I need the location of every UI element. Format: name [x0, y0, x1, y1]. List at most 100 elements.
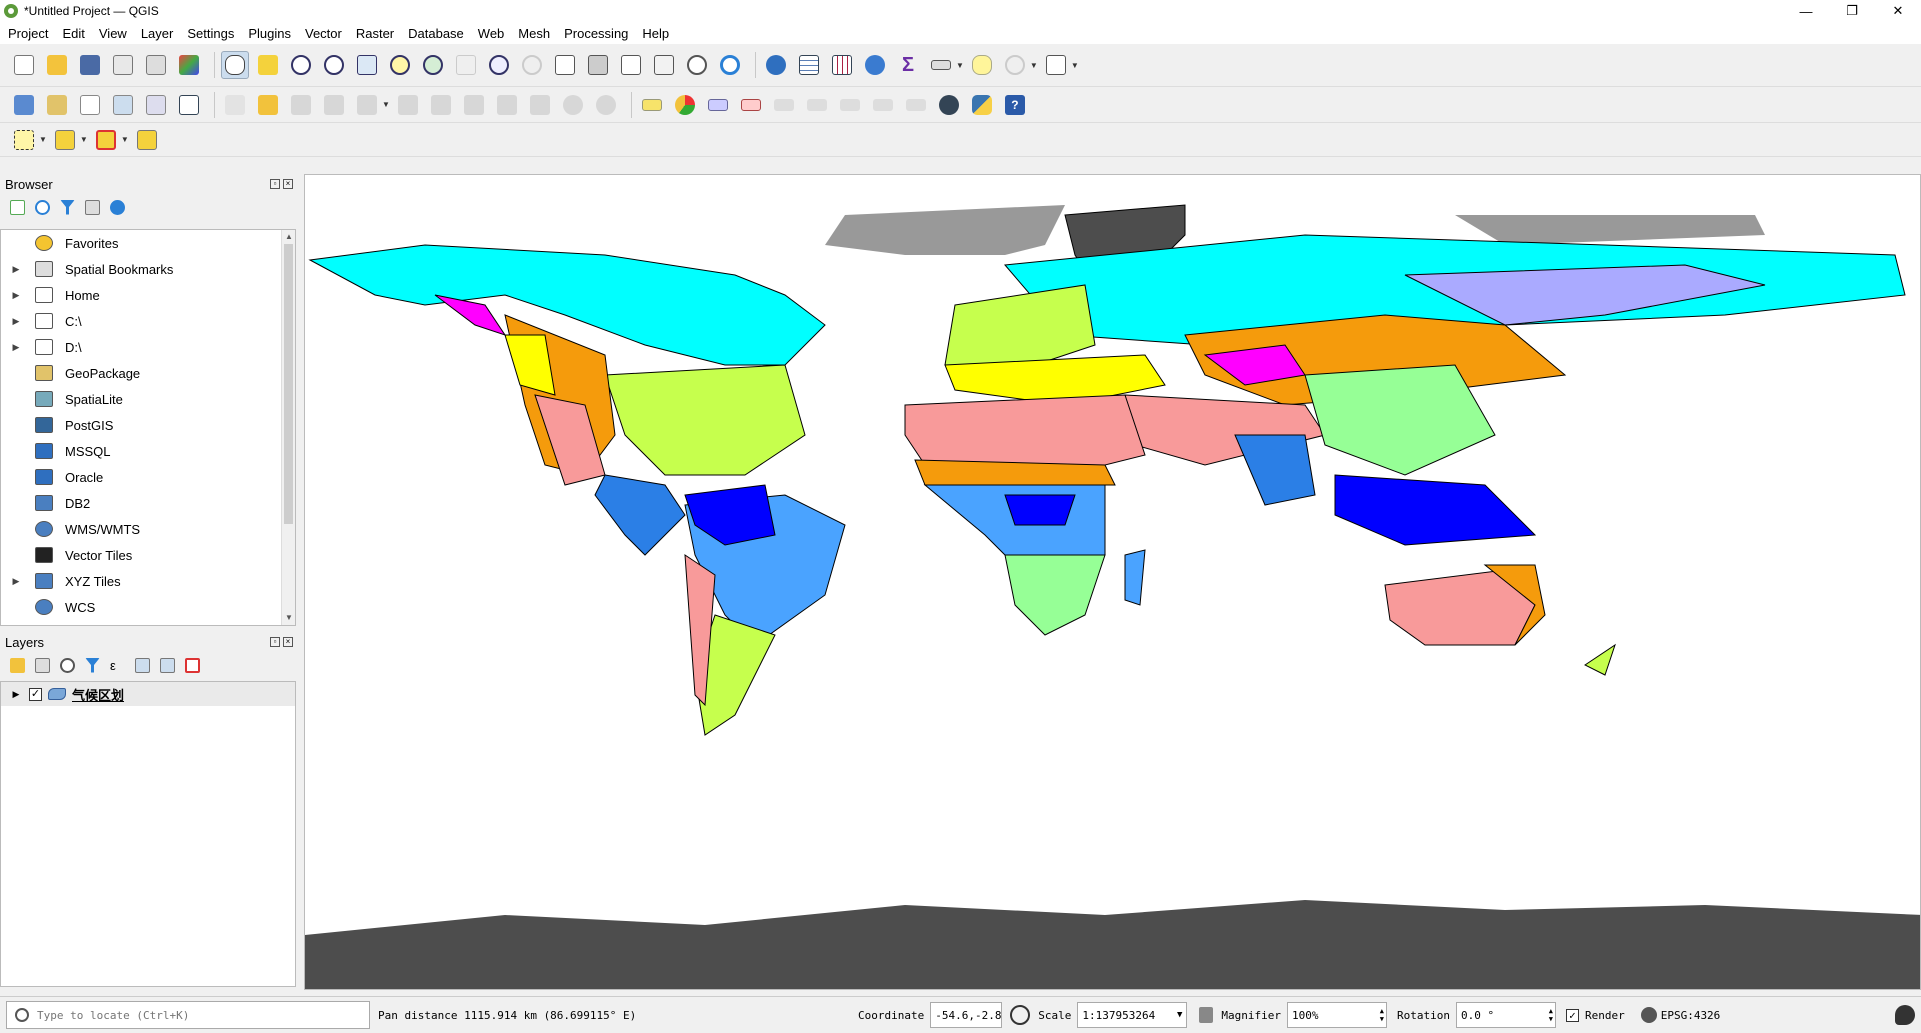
delete-selected-button[interactable]: [427, 91, 455, 119]
pan-to-selection-button[interactable]: [254, 51, 282, 79]
cut-features-button[interactable]: [460, 91, 488, 119]
layer-item[interactable]: ▶ ✓ 气候区划: [1, 682, 295, 706]
help-contents-button[interactable]: ?: [1001, 91, 1029, 119]
toggle-label-display-button[interactable]: [737, 91, 765, 119]
lock-icon[interactable]: [1199, 1007, 1214, 1023]
refresh-icon[interactable]: [35, 199, 50, 215]
data-source-manager-button[interactable]: [10, 91, 38, 119]
browser-item[interactable]: GeoPackage: [1, 360, 295, 386]
menu-web[interactable]: Web: [478, 26, 505, 41]
locator-input[interactable]: [37, 1008, 357, 1022]
map-canvas[interactable]: [304, 174, 1921, 990]
browser-item[interactable]: ▶ C:\: [1, 308, 295, 334]
layout-manager-button[interactable]: [142, 51, 170, 79]
browser-item[interactable]: ▶ Home: [1, 282, 295, 308]
deselect-dropdown-arrow[interactable]: ▼: [121, 135, 129, 144]
info-icon[interactable]: [110, 199, 125, 215]
new-bookmark-button[interactable]: [617, 51, 645, 79]
show-hide-labels-button[interactable]: [869, 91, 897, 119]
zoom-last-button[interactable]: [485, 51, 513, 79]
locator-dropdown-arrow[interactable]: ▼: [1030, 61, 1038, 70]
zoom-full-button[interactable]: [353, 51, 381, 79]
float-panel-button[interactable]: ▫: [270, 637, 280, 647]
menu-help[interactable]: Help: [642, 26, 669, 41]
toggle-editing-button[interactable]: [254, 91, 282, 119]
messages-icon[interactable]: [1895, 1005, 1915, 1025]
processing-toolbox-button[interactable]: [861, 51, 889, 79]
close-button[interactable]: ✕: [1875, 0, 1921, 22]
temporal-controller-button[interactable]: [683, 51, 711, 79]
measure-line-button[interactable]: [927, 51, 955, 79]
close-panel-button[interactable]: ×: [283, 637, 293, 647]
toggle-extents-icon[interactable]: [1010, 1005, 1031, 1025]
zoom-out-button[interactable]: [320, 51, 348, 79]
measure-dropdown-arrow[interactable]: ▼: [956, 61, 964, 70]
annotation-dropdown-arrow[interactable]: ▼: [1071, 61, 1079, 70]
spinbox-arrows-icon[interactable]: ▲ ▼: [1549, 1007, 1553, 1023]
layers-tree[interactable]: ▶ ✓ 气候区划: [0, 681, 296, 987]
filter-icon[interactable]: [60, 199, 75, 215]
menu-vector[interactable]: Vector: [305, 26, 342, 41]
field-calculator-button[interactable]: [828, 51, 856, 79]
current-edits-button[interactable]: [221, 91, 249, 119]
select-value-dropdown-arrow[interactable]: ▼: [80, 135, 88, 144]
save-layer-edits-button[interactable]: [287, 91, 315, 119]
add-directory-icon[interactable]: [10, 199, 25, 215]
show-bookmarks-button[interactable]: [650, 51, 678, 79]
new-spatialite-layer-button[interactable]: [109, 91, 137, 119]
zoom-in-button[interactable]: [287, 51, 315, 79]
identify-pointer-button[interactable]: [133, 126, 161, 154]
scroll-up-arrow[interactable]: ▲: [282, 230, 296, 244]
browser-item[interactable]: Oracle: [1, 464, 295, 490]
browser-item[interactable]: WMS/WMTS: [1, 516, 295, 542]
menu-raster[interactable]: Raster: [356, 26, 394, 41]
new-geopackage-layer-button[interactable]: [43, 91, 71, 119]
expand-arrow[interactable]: ▶: [9, 342, 23, 353]
georeferencer-button[interactable]: [935, 91, 963, 119]
identify-features-button[interactable]: [762, 51, 790, 79]
crs-button[interactable]: EPSG:4326: [1661, 1009, 1721, 1022]
menu-mesh[interactable]: Mesh: [518, 26, 550, 41]
crs-globe-icon[interactable]: [1640, 1007, 1657, 1023]
move-label-button[interactable]: [770, 91, 798, 119]
browser-item[interactable]: PostGIS: [1, 412, 295, 438]
refresh-button[interactable]: [716, 51, 744, 79]
menu-settings[interactable]: Settings: [187, 26, 234, 41]
zoom-to-layer-button[interactable]: [419, 51, 447, 79]
browser-item[interactable]: DB2: [1, 490, 295, 516]
select-by-value-button[interactable]: [51, 126, 79, 154]
layer-labeling-button[interactable]: [638, 91, 666, 119]
browser-item[interactable]: ▶ Spatial Bookmarks: [1, 256, 295, 282]
redo-button[interactable]: [592, 91, 620, 119]
browser-item[interactable]: ▶ D:\: [1, 334, 295, 360]
new-virtual-layer-button[interactable]: [175, 91, 203, 119]
add-feature-button[interactable]: [320, 91, 348, 119]
rotation-spinbox[interactable]: 0.0 ° ▲ ▼: [1455, 1002, 1556, 1028]
select-features-button[interactable]: [10, 126, 38, 154]
modify-attributes-button[interactable]: [394, 91, 422, 119]
zoom-native-button[interactable]: [452, 51, 480, 79]
close-panel-button[interactable]: ×: [283, 179, 293, 189]
new-print-layout-button[interactable]: [109, 51, 137, 79]
expand-arrow[interactable]: ▶: [9, 689, 23, 700]
magnifier-spinbox[interactable]: 100% ▲ ▼: [1286, 1002, 1387, 1028]
collapse-all-icon[interactable]: [85, 199, 100, 215]
text-annotation-button[interactable]: [1042, 51, 1070, 79]
expand-all-icon[interactable]: [135, 657, 150, 673]
render-checkbox[interactable]: ✓: [1565, 1008, 1579, 1022]
new-project-button[interactable]: [10, 51, 38, 79]
style-manager-button[interactable]: [175, 51, 203, 79]
new-temporary-layer-button[interactable]: [142, 91, 170, 119]
layer-diagram-button[interactable]: [671, 91, 699, 119]
float-panel-button[interactable]: ▫: [270, 179, 280, 189]
locator-filter-button[interactable]: [1001, 51, 1029, 79]
deselect-features-button[interactable]: [92, 126, 120, 154]
locator-box[interactable]: [6, 1001, 370, 1029]
style-panel-icon[interactable]: [10, 657, 25, 673]
browser-tree[interactable]: Favorites ▶ Spatial Bookmarks ▶ Home ▶ C:\ ▶ D:\…: [0, 229, 296, 626]
vertex-dropdown-arrow[interactable]: ▼: [382, 100, 390, 109]
maximize-button[interactable]: ❐: [1829, 0, 1875, 22]
browser-item[interactable]: SpatiaLite: [1, 386, 295, 412]
zoom-to-selection-button[interactable]: [386, 51, 414, 79]
minimize-button[interactable]: —: [1783, 0, 1829, 22]
